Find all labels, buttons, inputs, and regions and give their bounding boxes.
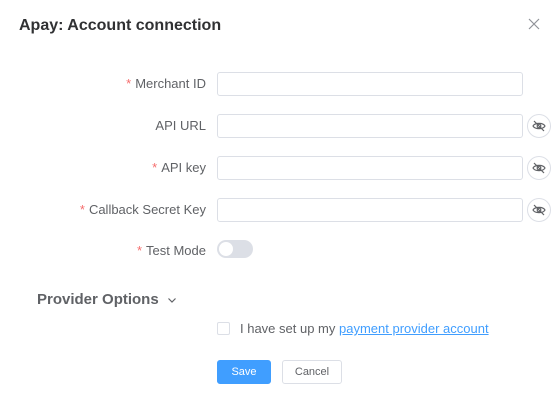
api-url-visibility-toggle[interactable] <box>527 114 551 138</box>
merchant-id-label-text: Merchant ID <box>135 76 206 91</box>
test-mode-label: * Test Mode <box>137 239 206 263</box>
provider-account-checkbox[interactable] <box>217 322 230 336</box>
eye-slash-icon <box>532 204 546 216</box>
required-mark: * <box>126 76 132 91</box>
api-key-label-text: API key <box>161 160 206 175</box>
callback-secret-key-visibility-toggle[interactable] <box>527 198 551 222</box>
close-icon[interactable] <box>528 18 540 30</box>
callback-secret-key-input[interactable] <box>217 198 523 222</box>
account-connection-dialog: Apay: Account connection * Merchant ID AP… <box>0 0 553 420</box>
api-key-row: * API key <box>0 156 553 182</box>
provider-options-toggle[interactable]: Provider Options <box>37 291 177 309</box>
switch-knob <box>219 242 233 256</box>
required-mark: * <box>136 243 143 258</box>
api-key-label: * API key <box>152 156 206 180</box>
provider-options-label: Provider Options <box>37 291 159 308</box>
test-mode-label-text: Test Mode <box>146 243 206 258</box>
chevron-down-icon <box>167 292 177 309</box>
merchant-id-label: * Merchant ID <box>126 72 206 96</box>
payment-provider-account-link[interactable]: payment provider account <box>339 321 489 336</box>
merchant-id-input[interactable] <box>217 72 523 96</box>
api-key-visibility-toggle[interactable] <box>527 156 551 180</box>
required-mark: * <box>152 160 158 175</box>
api-url-input[interactable] <box>217 114 523 138</box>
callback-secret-key-label-text: Callback Secret Key <box>88 202 206 217</box>
merchant-id-row: * Merchant ID <box>0 72 553 98</box>
test-mode-switch[interactable] <box>217 240 253 258</box>
callback-secret-key-label: * Callback Secret Key <box>80 198 206 222</box>
save-button[interactable]: Save <box>217 360 271 384</box>
required-mark: * <box>79 202 85 217</box>
dialog-title: Apay: Account connection <box>19 17 222 34</box>
confirmation-text: I have set up my <box>240 321 339 336</box>
cancel-button[interactable]: Cancel <box>282 360 342 384</box>
eye-slash-icon <box>532 120 546 132</box>
api-key-input[interactable] <box>217 156 523 180</box>
eye-slash-icon <box>532 162 546 174</box>
api-url-label: API URL <box>155 118 206 133</box>
provider-account-confirmation: I have set up my payment provider accoun… <box>217 321 489 336</box>
callback-secret-key-row: * Callback Secret Key <box>0 198 553 224</box>
api-url-row: API URL <box>0 114 553 140</box>
test-mode-row: * Test Mode <box>0 239 553 265</box>
